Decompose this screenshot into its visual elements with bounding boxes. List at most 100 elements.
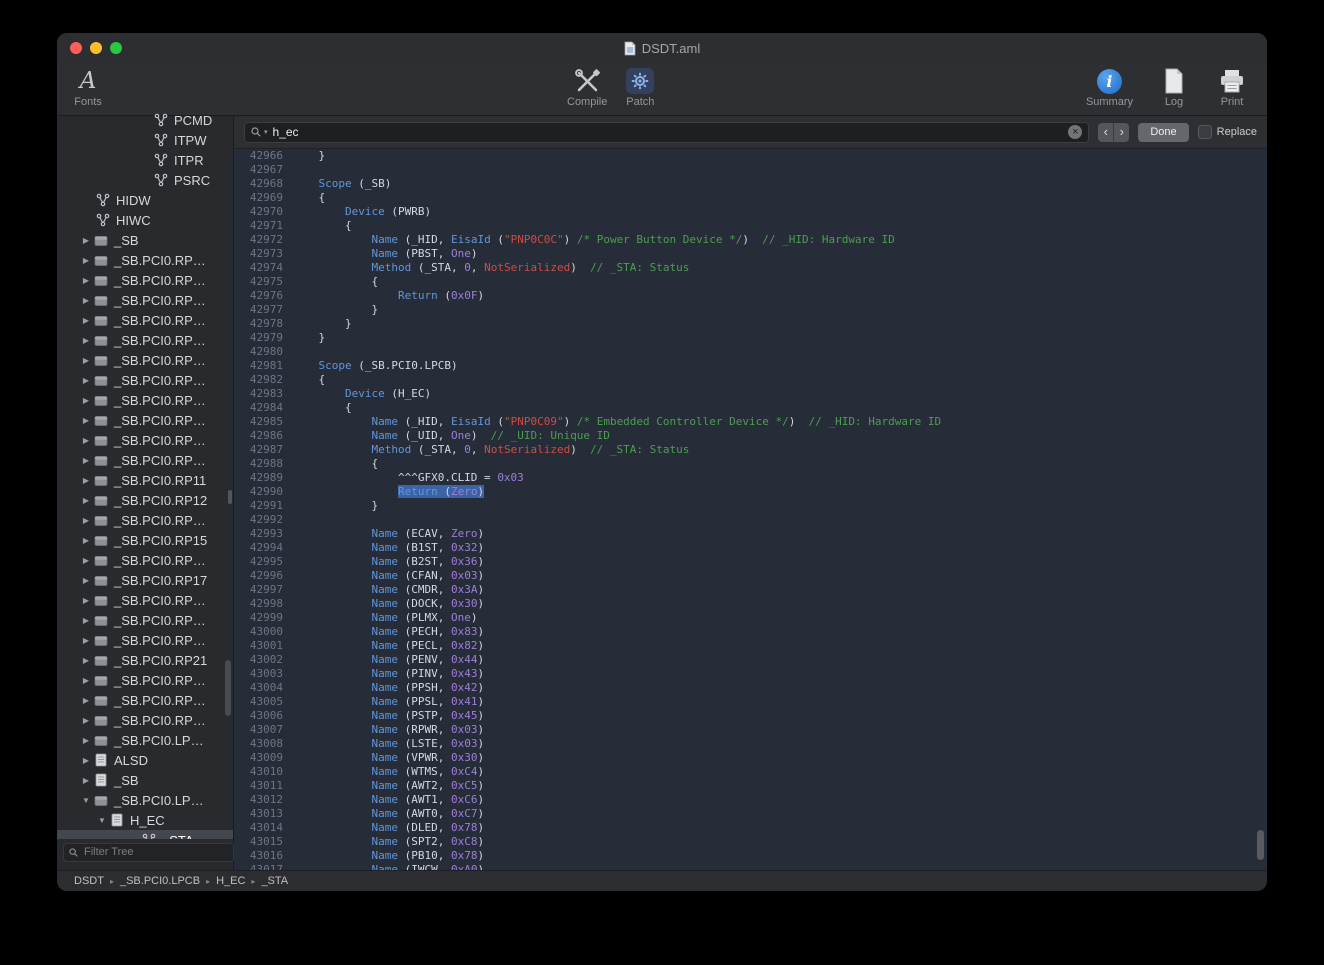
compile-button[interactable]: Compile: [567, 66, 607, 108]
tree-item--sb-pci0-rp-[interactable]: ▶_SB.PCI0.RP…: [57, 510, 233, 530]
disclosure-collapsed-icon[interactable]: ▶: [79, 436, 93, 445]
tree-item-itpr[interactable]: ITPR: [57, 150, 233, 170]
disclosure-collapsed-icon[interactable]: ▶: [79, 696, 93, 705]
disclosure-collapsed-icon[interactable]: ▶: [79, 576, 93, 585]
tree-item-alsd[interactable]: ▶ALSD: [57, 750, 233, 770]
disclosure-expanded-icon[interactable]: ▼: [95, 816, 109, 825]
tree-item--sb-pci0-rp12[interactable]: ▶_SB.PCI0.RP12: [57, 490, 233, 510]
search-options-chevron-icon[interactable]: ▾: [264, 128, 268, 136]
disclosure-collapsed-icon[interactable]: ▶: [79, 416, 93, 425]
disclosure-collapsed-icon[interactable]: ▶: [79, 596, 93, 605]
patch-button[interactable]: Patch: [623, 66, 657, 108]
tree-item--sb-pci0-rp-[interactable]: ▶_SB.PCI0.RP…: [57, 690, 233, 710]
disclosure-collapsed-icon[interactable]: ▶: [79, 516, 93, 525]
disclosure-collapsed-icon[interactable]: ▶: [79, 256, 93, 265]
tree-item-pcmd[interactable]: PCMD: [57, 110, 233, 130]
breadcrumb-item[interactable]: DSDT: [74, 875, 104, 887]
tree-item-psrc[interactable]: PSRC: [57, 170, 233, 190]
tree-item--sb-pci0-rp-[interactable]: ▶_SB.PCI0.RP…: [57, 270, 233, 290]
fonts-button[interactable]: A Fonts: [71, 66, 105, 108]
disclosure-collapsed-icon[interactable]: ▶: [79, 776, 93, 785]
done-button[interactable]: Done: [1138, 123, 1188, 142]
filter-tree-input[interactable]: [82, 845, 228, 859]
breadcrumb-separator-icon: ▸: [110, 877, 114, 886]
breadcrumb-item[interactable]: _SB.PCI0.LPCB: [120, 875, 200, 887]
clear-search-icon[interactable]: ×: [1068, 125, 1082, 139]
tree-item--sta[interactable]: _STA: [57, 830, 233, 839]
disclosure-expanded-icon[interactable]: ▼: [79, 796, 93, 805]
tree-item--sb-pci0-rp-[interactable]: ▶ _SB.PCI0.RP…: [57, 390, 233, 410]
disclosure-collapsed-icon[interactable]: ▶: [79, 276, 93, 285]
disclosure-collapsed-icon[interactable]: ▶: [79, 356, 93, 365]
find-field[interactable]: ▾ ×: [244, 122, 1089, 143]
tree-item--sb-pci0-rp-[interactable]: ▶_SB.PCI0.RP…: [57, 670, 233, 690]
tree-item--sb-pci0-rp15[interactable]: ▶_SB.PCI0.RP15: [57, 530, 233, 550]
disclosure-collapsed-icon[interactable]: ▶: [79, 396, 93, 405]
tree-item--sb-pci0-rp-[interactable]: ▶_SB.PCI0.RP…: [57, 590, 233, 610]
disclosure-collapsed-icon[interactable]: ▶: [79, 336, 93, 345]
code-editor[interactable]: 42966 }4296742968 Scope (_SB)42969 {4297…: [234, 149, 1267, 870]
minimize-button[interactable]: [90, 42, 102, 54]
find-input[interactable]: [271, 124, 1066, 140]
find-previous-button[interactable]: ‹: [1098, 123, 1113, 142]
replace-checkbox[interactable]: [1198, 125, 1212, 139]
tree-item--sb-pci0-rp-[interactable]: ▶_SB.PCI0.RP…: [57, 450, 233, 470]
tree-item-label: _SB.PCI0.RP…: [114, 393, 206, 408]
scope-icon: [93, 453, 109, 467]
disclosure-collapsed-icon[interactable]: ▶: [79, 716, 93, 725]
tree-item--sb-pci0-rp-[interactable]: ▶_SB.PCI0.RP…: [57, 410, 233, 430]
disclosure-collapsed-icon[interactable]: ▶: [79, 556, 93, 565]
disclosure-collapsed-icon[interactable]: ▶: [79, 756, 93, 765]
tree-item--sb-pci0-rp-[interactable]: ▶_SB.PCI0.RP…: [57, 630, 233, 650]
summary-button[interactable]: i Summary: [1086, 66, 1133, 108]
disclosure-collapsed-icon[interactable]: ▶: [79, 676, 93, 685]
tree-item--sb-pci0-rp-[interactable]: ▶_SB.PCI0.RP…: [57, 330, 233, 350]
tree-item--sb-pci0-rp-[interactable]: ▶_SB.PCI0.RP…: [57, 370, 233, 390]
tree-item--sb-pci0-lp-[interactable]: ▶_SB.PCI0.LP…: [57, 730, 233, 750]
tree-item--sb-pci0-rp-[interactable]: ▶_SB.PCI0.RP…: [57, 550, 233, 570]
tree-item--sb-pci0-rp-[interactable]: ▶_SB.PCI0.RP…: [57, 610, 233, 630]
tree-item-hiwc[interactable]: HIWC: [57, 210, 233, 230]
tree-item--sb-pci0-rp-[interactable]: ▶_SB.PCI0.RP…: [57, 290, 233, 310]
log-button[interactable]: Log: [1157, 66, 1191, 108]
titlebar[interactable]: DSDT.aml: [57, 33, 1267, 63]
disclosure-collapsed-icon[interactable]: ▶: [79, 616, 93, 625]
breadcrumb-item[interactable]: H_EC: [216, 875, 245, 887]
filter-tree-field[interactable]: [63, 843, 234, 862]
tree-item-itpw[interactable]: ITPW: [57, 130, 233, 150]
print-button[interactable]: Print: [1215, 66, 1249, 108]
editor-scrollbar[interactable]: [1257, 830, 1264, 860]
tree-item--sb-pci0-rp-[interactable]: ▶_SB.PCI0.RP…: [57, 430, 233, 450]
tree-item--sb-pci0-rp-[interactable]: ▶_SB.PCI0.RP…: [57, 350, 233, 370]
zoom-button[interactable]: [110, 42, 122, 54]
tree-item--sb[interactable]: ▶_SB: [57, 230, 233, 250]
disclosure-collapsed-icon[interactable]: ▶: [79, 236, 93, 245]
disclosure-collapsed-icon[interactable]: ▶: [79, 536, 93, 545]
disclosure-collapsed-icon[interactable]: ▶: [79, 316, 93, 325]
tree-item--sb[interactable]: ▶_SB: [57, 770, 233, 790]
splitter-handle[interactable]: [228, 490, 232, 504]
disclosure-collapsed-icon[interactable]: ▶: [79, 736, 93, 745]
sidebar-scrollbar[interactable]: [225, 660, 231, 716]
disclosure-collapsed-icon[interactable]: ▶: [79, 636, 93, 645]
close-button[interactable]: [70, 42, 82, 54]
tree-item--sb-pci0-rp-[interactable]: ▶_SB.PCI0.RP…: [57, 710, 233, 730]
tree-item--sb-pci0-lp-[interactable]: ▼_SB.PCI0.LP…: [57, 790, 233, 810]
disclosure-collapsed-icon[interactable]: ▶: [79, 376, 93, 385]
tree-item-hidw[interactable]: HIDW: [57, 190, 233, 210]
content-area: PCMDITPWITPRPSRCHIDWHIWC▶_SB▶_SB.PCI0.RP…: [57, 116, 1267, 870]
tree-item--sb-pci0-rp11[interactable]: ▶_SB.PCI0.RP11: [57, 470, 233, 490]
disclosure-collapsed-icon[interactable]: ▶: [79, 476, 93, 485]
disclosure-collapsed-icon[interactable]: ▶: [79, 496, 93, 505]
tree-item-label: HIWC: [116, 213, 151, 228]
tree-item--sb-pci0-rp-[interactable]: ▶_SB.PCI0.RP…: [57, 250, 233, 270]
disclosure-collapsed-icon[interactable]: ▶: [79, 296, 93, 305]
find-next-button[interactable]: ›: [1113, 123, 1129, 142]
disclosure-collapsed-icon[interactable]: ▶: [79, 656, 93, 665]
disclosure-collapsed-icon[interactable]: ▶: [79, 456, 93, 465]
tree-item-h-ec[interactable]: ▼H_EC: [57, 810, 233, 830]
breadcrumb-item[interactable]: _STA: [261, 875, 288, 887]
tree-item--sb-pci0-rp17[interactable]: ▶_SB.PCI0.RP17: [57, 570, 233, 590]
tree-item--sb-pci0-rp-[interactable]: ▶_SB.PCI0.RP…: [57, 310, 233, 330]
tree-item--sb-pci0-rp21[interactable]: ▶_SB.PCI0.RP21: [57, 650, 233, 670]
